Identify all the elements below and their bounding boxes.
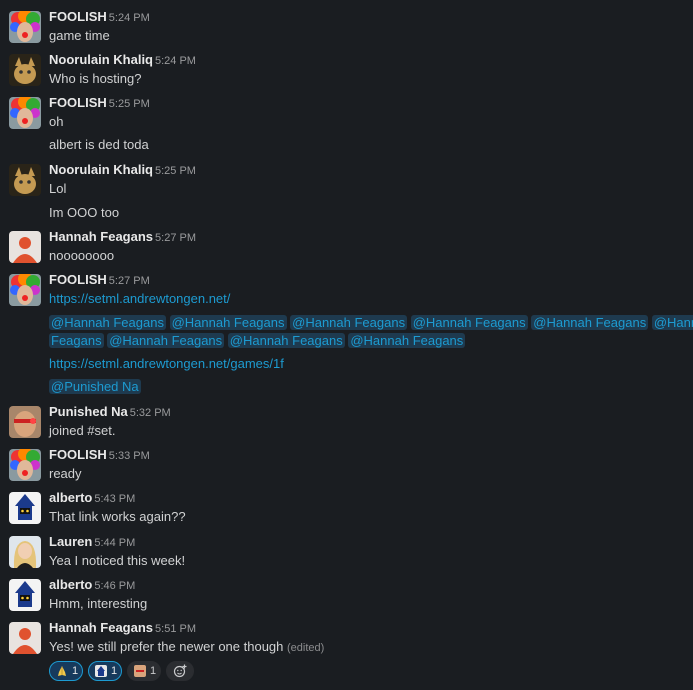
avatar-foolish[interactable] [9,449,41,481]
timestamp[interactable]: 5:24 PM [155,55,196,67]
user-mention[interactable]: @Hannah Feagans [348,333,466,348]
mention-row: Feagans @Hannah Feagans @Hannah Feagans … [49,333,466,348]
timestamp[interactable]: 5:25 PM [155,165,196,177]
message-text: Hmm, interesting [49,596,148,611]
message-text: game time [49,28,110,43]
message-text: noooooooo [49,248,115,263]
author-name[interactable]: FOOLISH 5:27 PM [49,272,150,287]
author-name[interactable]: Noorulain Khaliq 5:24 PM [49,52,196,67]
reaction-custom[interactable]: 1 [88,661,122,681]
message: alberto 5:46 PM Hmm, interesting [0,577,693,615]
timestamp[interactable]: 5:32 PM [130,407,171,419]
message-text: joined #set. [49,423,116,438]
timestamp[interactable]: 5:27 PM [109,275,150,287]
message: Hannah Feagans 5:27 PM noooooooo [0,229,693,267]
avatar-alberto[interactable] [9,579,41,611]
add-reaction-button[interactable] [166,661,194,681]
message-text: Im OOO too [49,205,120,220]
avatar-noorulain[interactable] [9,54,41,86]
timestamp[interactable]: 5:46 PM [94,580,135,592]
user-mention[interactable]: @Hannah Feagans [290,315,408,330]
message-text: Yea I noticed this week! [49,553,186,568]
message-link[interactable]: https://setml.andrewtongen.net/games/1f [49,356,284,371]
message: Noorulain Khaliq 5:25 PM Lol Im OOO too [0,162,693,224]
author-name[interactable]: Punished Na 5:32 PM [49,404,171,419]
message-text: ready [49,466,82,481]
author-name[interactable]: Hannah Feagans 5:51 PM [49,620,196,635]
author-name[interactable]: alberto 5:43 PM [49,490,135,505]
reaction-avatar[interactable]: 1 [127,661,161,681]
avatar-hannah[interactable] [9,231,41,263]
message: Punished Na 5:32 PM joined #set. [0,404,693,442]
user-mention[interactable]: @Punished Na [49,379,141,394]
author-name[interactable]: alberto 5:46 PM [49,577,135,592]
avatar-emoji-icon [134,665,146,677]
message-text: Yes! we still prefer the newer one thoug… [49,639,325,654]
timestamp[interactable]: 5:25 PM [109,98,150,110]
user-mention[interactable]: @Hannah Feagans [169,315,287,330]
avatar-foolish[interactable] [9,97,41,129]
message: alberto 5:43 PM That link works again?? [0,490,693,528]
user-mention[interactable]: Feagans [49,333,104,348]
user-mention[interactable]: @Hannah Feagans [107,333,225,348]
message-text: Who is hosting? [49,71,142,86]
message-link[interactable]: https://setml.andrewtongen.net/ [49,291,230,306]
reaction-pray[interactable]: 1 [49,661,83,681]
message: Lauren 5:44 PM Yea I noticed this week! [0,534,693,572]
timestamp[interactable]: 5:33 PM [109,450,150,462]
reaction-count: 1 [111,665,118,677]
timestamp[interactable]: 5:51 PM [155,623,196,635]
user-mention[interactable]: @Hannah Feagans [531,315,649,330]
timestamp[interactable]: 5:27 PM [155,232,196,244]
edited-label: (edited) [287,642,325,654]
avatar-alberto[interactable] [9,492,41,524]
avatar-hannah[interactable] [9,622,41,654]
author-name[interactable]: FOOLISH 5:25 PM [49,95,150,110]
mention-row: @Punished Na [49,379,141,394]
message-text: That link works again?? [49,509,186,524]
timestamp[interactable]: 5:43 PM [94,493,135,505]
message: FOOLISH 5:27 PM https://setml.andrewtonge… [0,272,693,396]
reaction-count: 1 [72,665,79,677]
avatar-punished-na[interactable] [9,406,41,438]
author-name[interactable]: Hannah Feagans 5:27 PM [49,229,196,244]
avatar-noorulain[interactable] [9,164,41,196]
timestamp[interactable]: 5:44 PM [94,537,135,549]
message: FOOLISH 5:25 PM oh albert is ded toda [0,95,693,157]
message: Hannah Feagans 5:51 PM Yes! we still pref… [0,620,693,658]
timestamp[interactable]: 5:24 PM [109,12,150,24]
avatar-foolish[interactable] [9,274,41,306]
message: Noorulain Khaliq 5:24 PM Who is hosting? [0,52,693,90]
message-text: albert is ded toda [49,137,149,152]
author-name[interactable]: FOOLISH 5:33 PM [49,447,150,462]
add-reaction-icon [173,664,187,678]
author-name[interactable]: FOOLISH 5:24 PM [49,9,150,24]
author-name[interactable]: Noorulain Khaliq 5:25 PM [49,162,196,177]
user-mention[interactable]: @Hannah Feagans [410,315,528,330]
author-name[interactable]: Lauren 5:44 PM [49,534,135,549]
user-mention[interactable]: @Hannah Feagans [49,315,166,330]
message-feed: FOOLISH 5:24 PM game time Noorulain Khali… [0,0,693,690]
mention-row: @Hannah Feagans @Hannah Feagans @Hannah … [49,315,693,330]
custom-emoji-icon [95,665,107,677]
pray-icon [56,665,68,677]
message: FOOLISH 5:24 PM game time [0,9,693,47]
user-mention[interactable]: @Hannah [651,315,693,330]
reaction-count: 1 [150,665,157,677]
message-text: Lol [49,181,67,196]
avatar-foolish[interactable] [9,11,41,43]
user-mention[interactable]: @Hannah Feagans [227,333,345,348]
avatar-lauren[interactable] [9,536,41,568]
message-text: oh [49,114,64,129]
message: FOOLISH 5:33 PM ready [0,447,693,485]
